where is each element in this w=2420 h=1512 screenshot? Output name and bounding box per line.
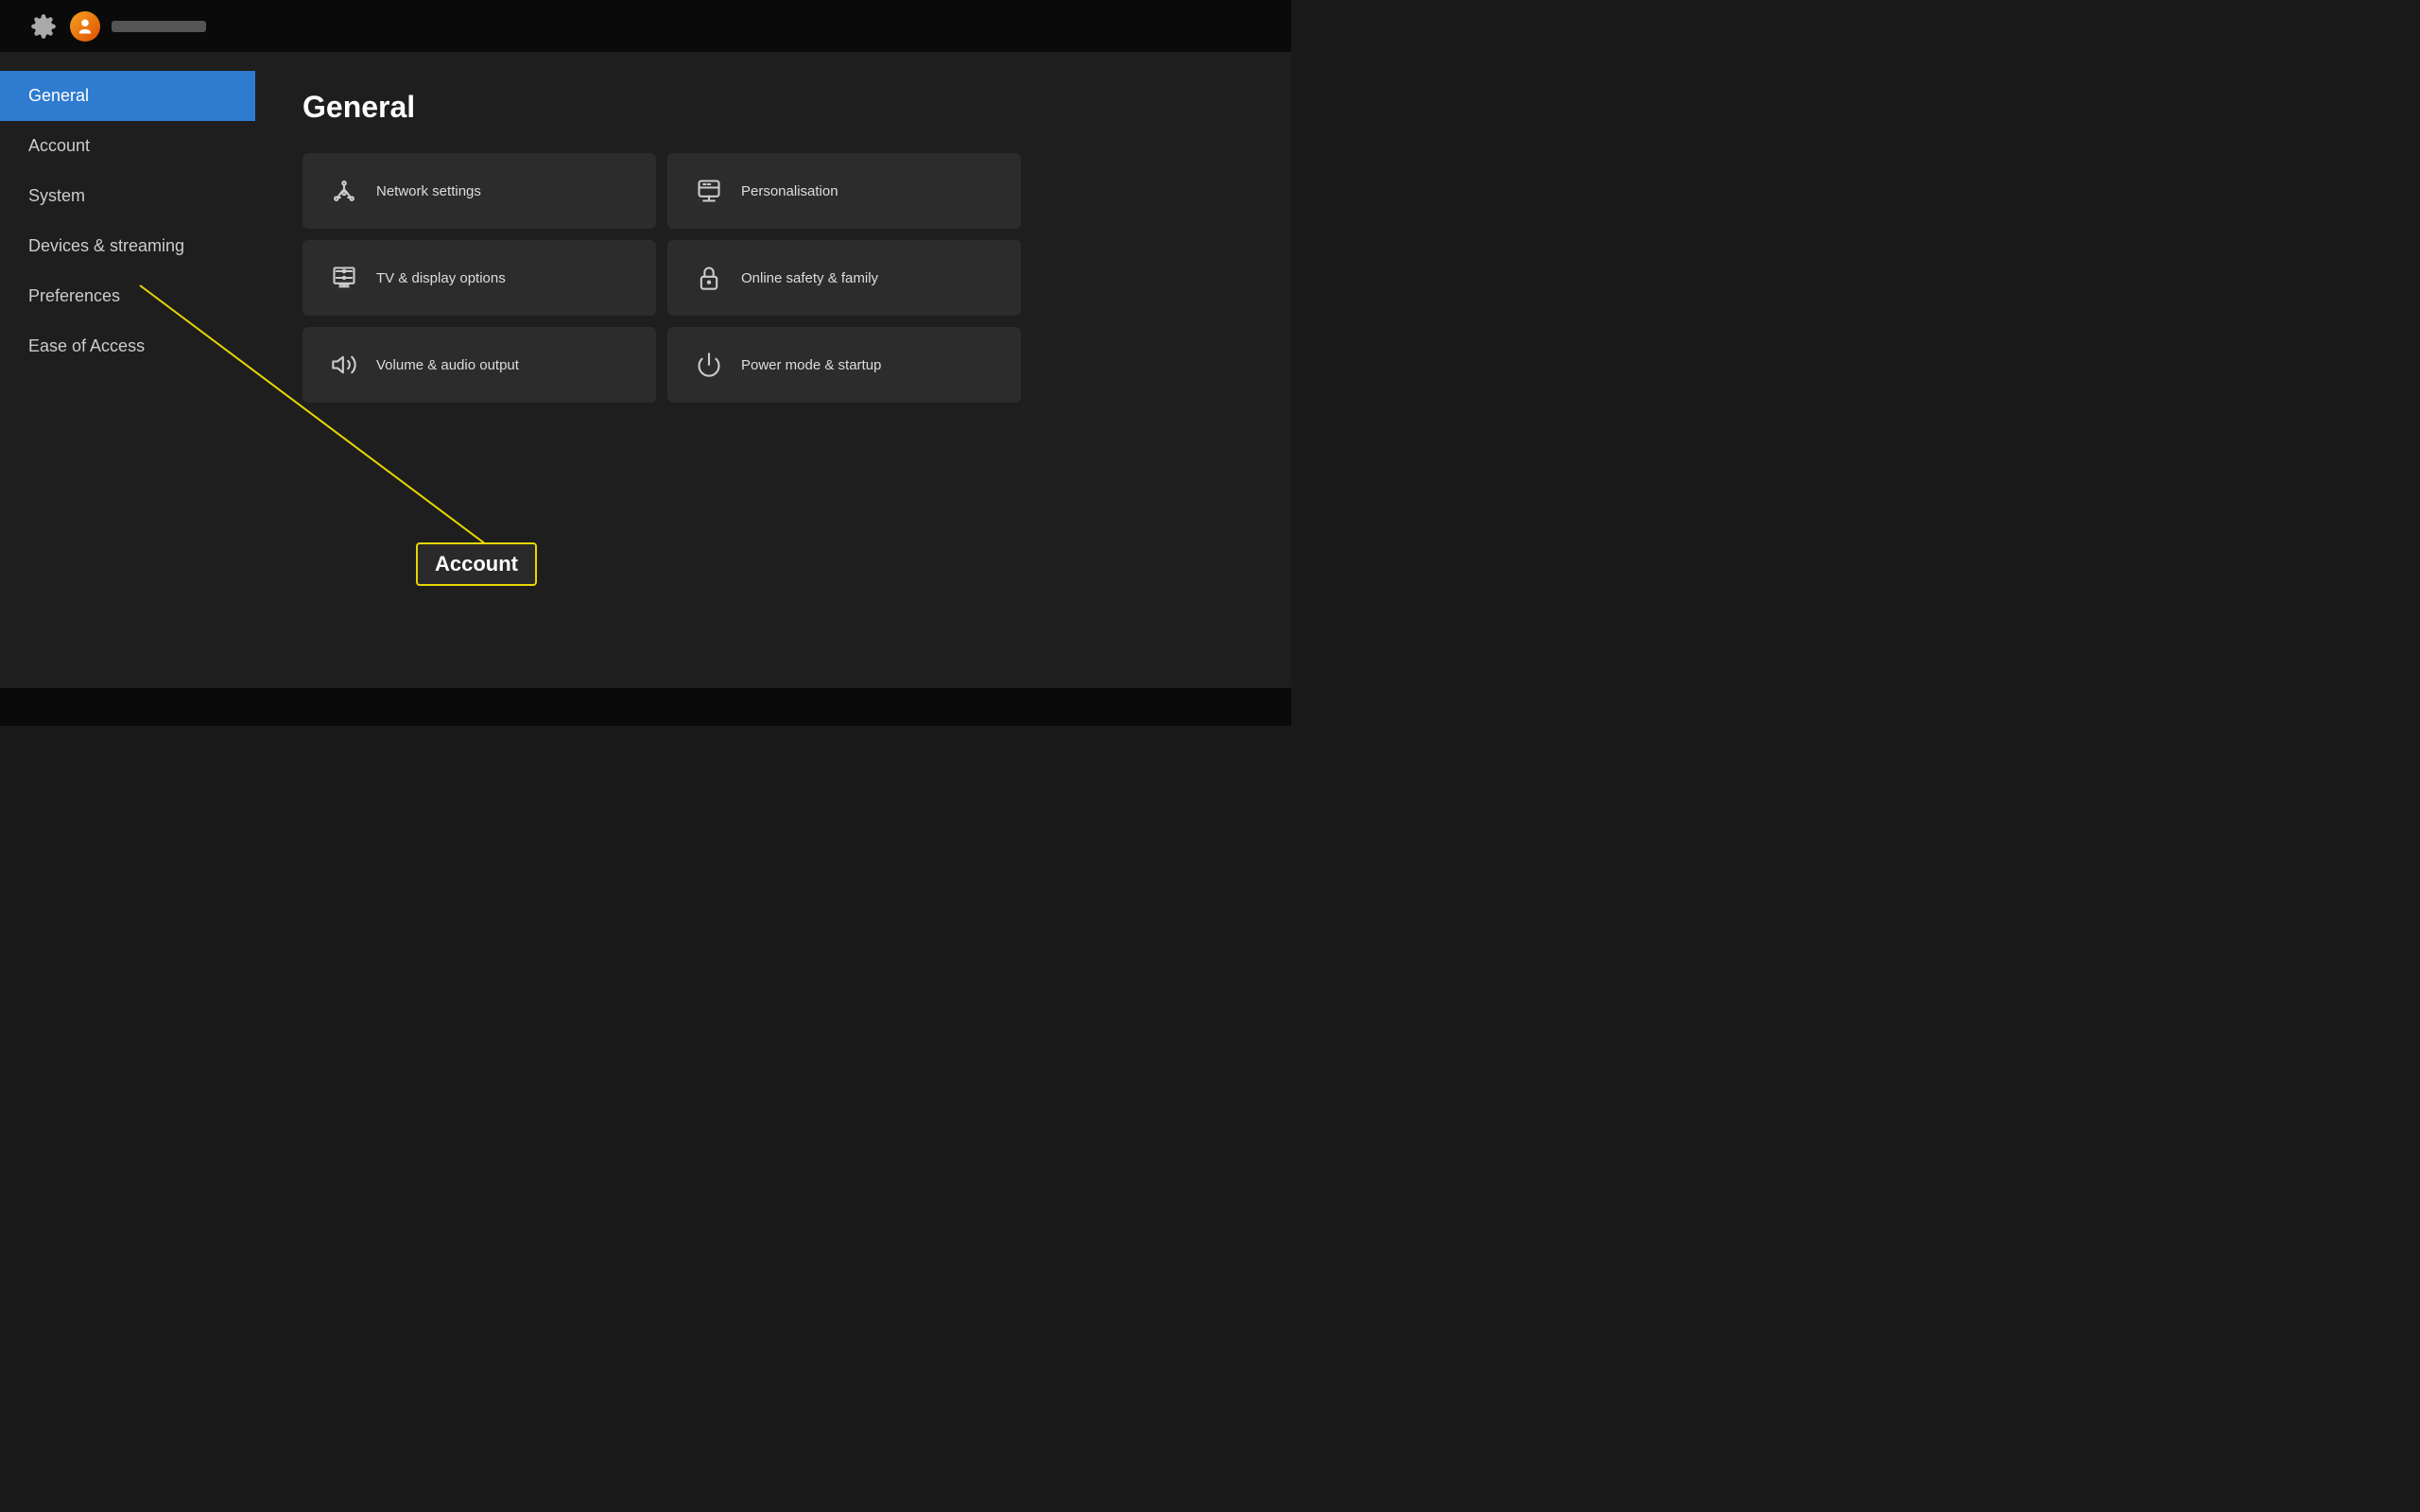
annotation-arrow [0,0,1291,726]
